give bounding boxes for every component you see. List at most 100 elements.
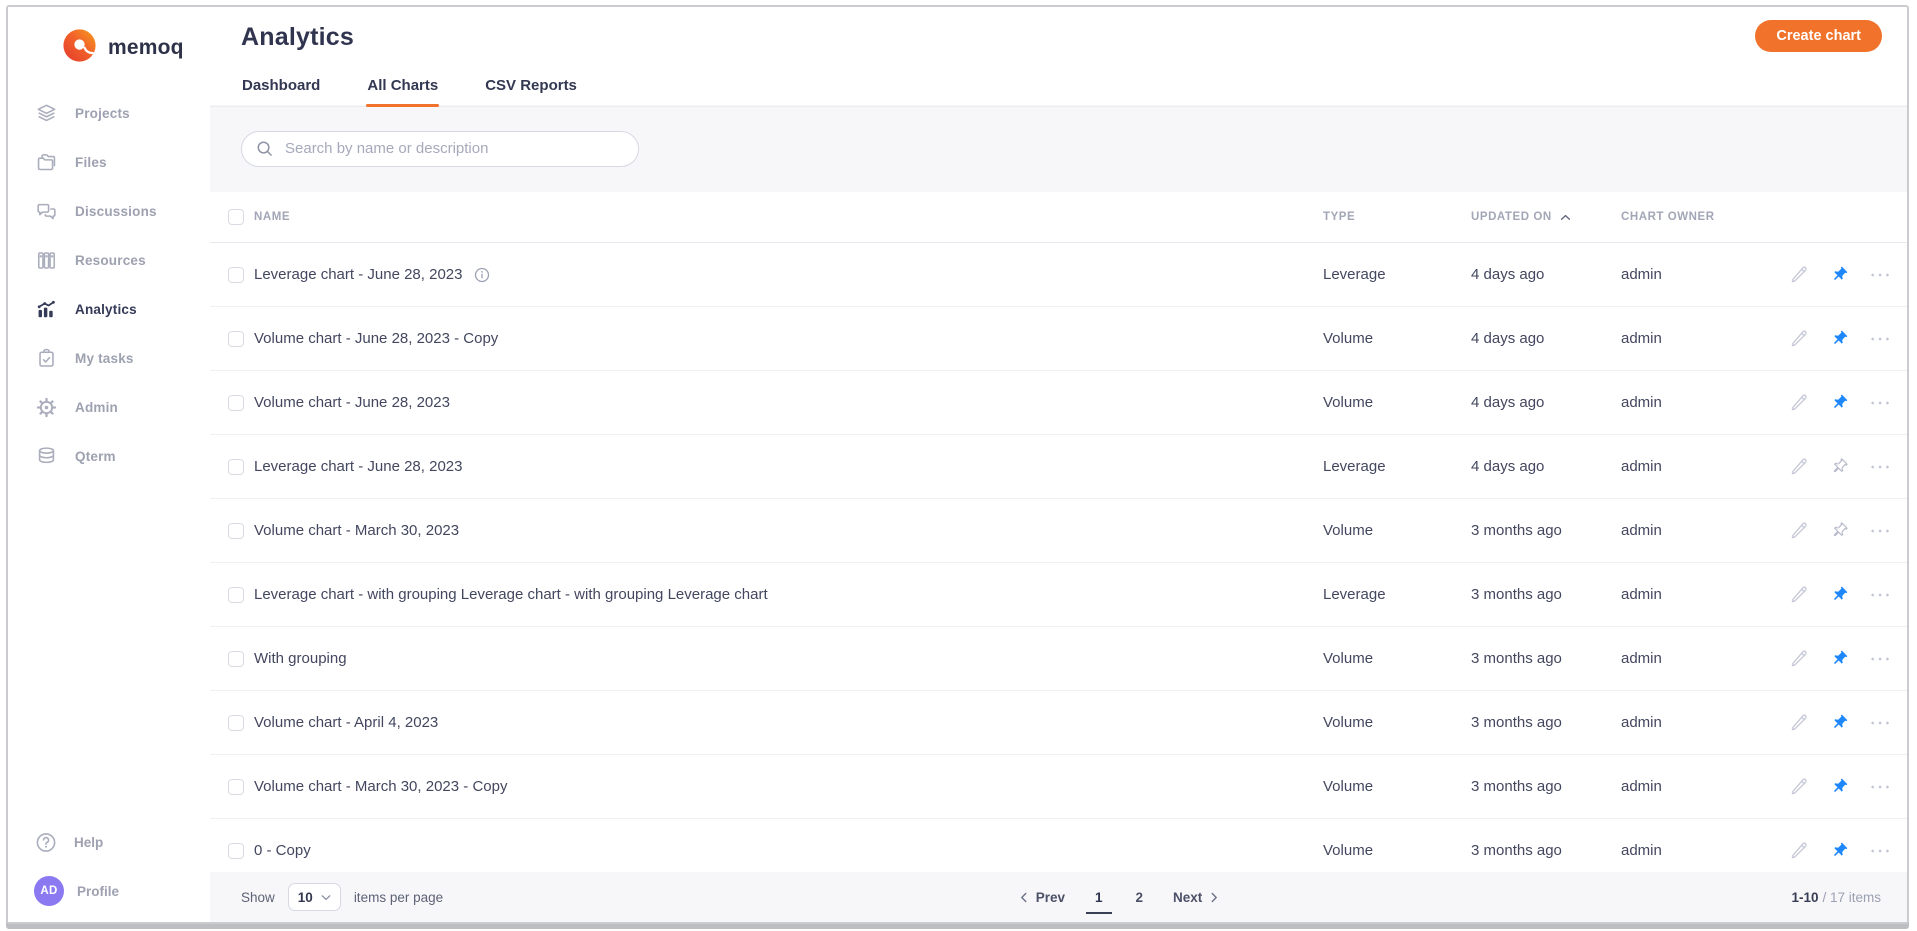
- chart-name-cell[interactable]: Leverage chart - June 28, 2023: [254, 458, 1323, 475]
- chart-name-cell[interactable]: Leverage chart - June 28, 2023: [254, 266, 1323, 283]
- row-checkbox[interactable]: [228, 587, 244, 603]
- select-all-checkbox[interactable]: [228, 209, 244, 225]
- sidebar-item-discussions[interactable]: Discussions: [8, 187, 210, 236]
- sidebar-item-analytics[interactable]: Analytics: [8, 285, 210, 334]
- more-actions-icon[interactable]: [1870, 463, 1892, 471]
- edit-icon[interactable]: [1790, 393, 1809, 412]
- pin-filled-icon[interactable]: [1830, 265, 1849, 284]
- column-header-updated-on[interactable]: UPDATED ON: [1471, 211, 1621, 223]
- chart-name-cell[interactable]: Leverage chart - with grouping Leverage …: [254, 586, 1323, 603]
- tab-csv-reports[interactable]: CSV Reports: [484, 77, 578, 106]
- sidebar-item-admin[interactable]: Admin: [8, 383, 210, 432]
- more-actions-icon[interactable]: [1870, 655, 1892, 663]
- chart-type-cell: Leverage: [1323, 586, 1471, 603]
- sidebar-nav: Projects FilesDiscussionsResources Analyti…: [8, 89, 210, 481]
- projects-icon: [34, 102, 58, 126]
- pin-outline-icon[interactable]: [1830, 457, 1849, 476]
- chart-updated-cell: 3 months ago: [1471, 842, 1621, 859]
- page-numbers: 12: [1092, 890, 1146, 905]
- pin-filled-icon[interactable]: [1830, 713, 1849, 732]
- more-actions-icon[interactable]: [1870, 271, 1892, 279]
- row-checkbox[interactable]: [228, 331, 244, 347]
- pin-filled-icon[interactable]: [1830, 649, 1849, 668]
- sidebar-item-help[interactable]: Help: [34, 830, 210, 854]
- table-row: Leverage chart - June 28, 2023Leverage4 …: [210, 243, 1907, 307]
- row-checkbox[interactable]: [228, 459, 244, 475]
- pin-outline-icon[interactable]: [1830, 521, 1849, 540]
- edit-icon[interactable]: [1790, 585, 1809, 604]
- sidebar-item-resources[interactable]: Resources: [8, 236, 210, 285]
- more-actions-icon[interactable]: [1870, 847, 1892, 855]
- sidebar-item-label: Projects: [75, 106, 130, 121]
- chart-updated-cell: 3 months ago: [1471, 650, 1621, 667]
- row-checkbox[interactable]: [228, 267, 244, 283]
- more-actions-icon[interactable]: [1870, 719, 1892, 727]
- chart-name: With grouping: [254, 650, 347, 667]
- row-checkbox[interactable]: [228, 395, 244, 411]
- chart-name-cell[interactable]: With grouping: [254, 650, 1323, 667]
- info-icon[interactable]: [474, 267, 490, 283]
- edit-icon[interactable]: [1790, 649, 1809, 668]
- sidebar-item-label: Analytics: [75, 302, 137, 317]
- row-checkbox[interactable]: [228, 523, 244, 539]
- sidebar-item-qterm[interactable]: Qterm: [8, 432, 210, 481]
- chart-updated-cell: 3 months ago: [1471, 586, 1621, 603]
- analytics-icon: [34, 298, 58, 322]
- chart-name-cell[interactable]: 0 - Copy: [254, 842, 1323, 859]
- chart-name: Volume chart - June 28, 2023 - Copy: [254, 330, 498, 347]
- tab-dashboard[interactable]: Dashboard: [241, 77, 321, 106]
- more-actions-icon[interactable]: [1870, 527, 1892, 535]
- more-actions-icon[interactable]: [1870, 335, 1892, 343]
- sidebar-item-projects[interactable]: Projects: [8, 89, 210, 138]
- more-actions-icon[interactable]: [1870, 399, 1892, 407]
- pin-filled-icon[interactable]: [1830, 841, 1849, 860]
- edit-icon[interactable]: [1790, 777, 1809, 796]
- chart-name-cell[interactable]: Volume chart - March 30, 2023: [254, 522, 1323, 539]
- discussions-icon: [34, 200, 58, 224]
- edit-icon[interactable]: [1790, 713, 1809, 732]
- row-checkbox[interactable]: [228, 651, 244, 667]
- column-header-chart-owner[interactable]: CHART OWNER: [1621, 211, 1804, 223]
- more-actions-icon[interactable]: [1870, 783, 1892, 791]
- row-checkbox[interactable]: [228, 779, 244, 795]
- column-header-name[interactable]: NAME: [254, 211, 1323, 223]
- create-chart-button[interactable]: Create chart: [1755, 20, 1882, 52]
- help-label: Help: [74, 835, 103, 850]
- sidebar-item-profile[interactable]: AD Profile: [34, 876, 210, 906]
- pin-filled-icon[interactable]: [1830, 393, 1849, 412]
- chart-name: Leverage chart - June 28, 2023: [254, 266, 462, 283]
- resources-icon: [34, 249, 58, 273]
- tab-all-charts[interactable]: All Charts: [366, 77, 439, 106]
- sidebar-item-files[interactable]: Files: [8, 138, 210, 187]
- avatar: AD: [34, 876, 64, 906]
- more-actions-icon[interactable]: [1870, 591, 1892, 599]
- edit-icon[interactable]: [1790, 265, 1809, 284]
- row-checkbox[interactable]: [228, 843, 244, 859]
- chart-name-cell[interactable]: Volume chart - June 28, 2023: [254, 394, 1323, 411]
- pin-filled-icon[interactable]: [1830, 329, 1849, 348]
- chart-name-cell[interactable]: Volume chart - June 28, 2023 - Copy: [254, 330, 1323, 347]
- edit-icon[interactable]: [1790, 521, 1809, 540]
- search-input[interactable]: [283, 139, 624, 158]
- chart-name-cell[interactable]: Volume chart - March 30, 2023 - Copy: [254, 778, 1323, 795]
- next-page-button[interactable]: Next: [1173, 890, 1218, 905]
- column-header-type[interactable]: TYPE: [1323, 211, 1471, 223]
- page-number-1[interactable]: 1: [1092, 890, 1106, 905]
- pin-filled-icon[interactable]: [1830, 585, 1849, 604]
- chart-name-cell[interactable]: Volume chart - April 4, 2023: [254, 714, 1323, 731]
- prev-page-button[interactable]: Prev: [1020, 890, 1065, 905]
- main-content: Analytics Create chart DashboardAll Char…: [210, 7, 1907, 922]
- edit-icon[interactable]: [1790, 329, 1809, 348]
- pin-filled-icon[interactable]: [1830, 777, 1849, 796]
- chart-type-cell: Leverage: [1323, 458, 1471, 475]
- edit-icon[interactable]: [1790, 841, 1809, 860]
- page-size-select[interactable]: 10: [288, 883, 341, 911]
- edit-icon[interactable]: [1790, 457, 1809, 476]
- app-window: memoq ProjectsFilesDiscussionsResourcesA…: [6, 5, 1909, 924]
- qterm-icon: [34, 445, 58, 469]
- sidebar-item-my-tasks[interactable]: My tasks: [8, 334, 210, 383]
- row-checkbox[interactable]: [228, 715, 244, 731]
- page-number-2[interactable]: 2: [1133, 890, 1147, 905]
- table-header-row: NAME TYPE UPDATED ON CHART OWNER: [210, 192, 1907, 243]
- sidebar-bottom: Help AD Profile: [8, 830, 210, 922]
